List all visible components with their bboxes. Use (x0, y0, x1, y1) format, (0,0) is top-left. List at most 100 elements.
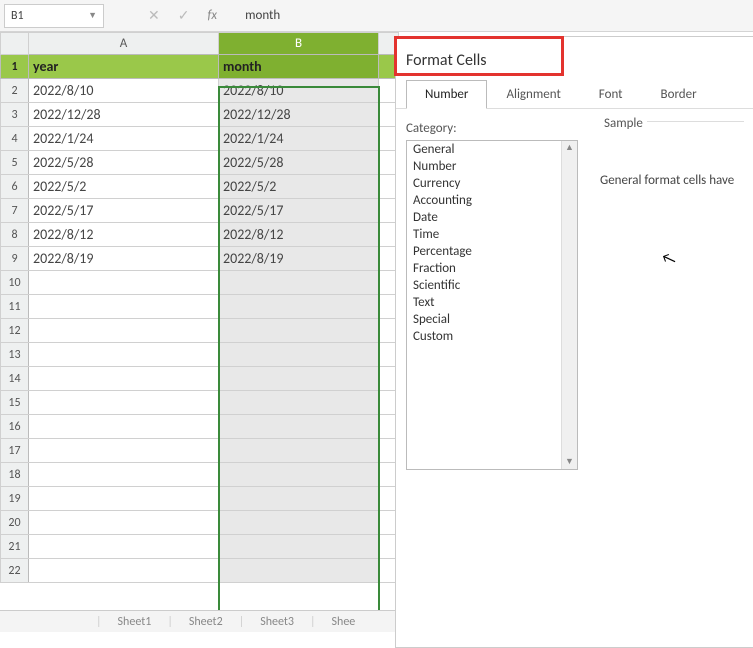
row-header[interactable]: 6 (1, 175, 29, 199)
cell[interactable] (29, 415, 219, 439)
cell[interactable] (29, 319, 219, 343)
cell[interactable]: 2022/8/12 (219, 223, 379, 247)
cell[interactable] (219, 511, 379, 535)
row-header[interactable]: 12 (1, 319, 29, 343)
row-header[interactable]: 10 (1, 271, 29, 295)
cancel-icon[interactable]: ✕ (148, 7, 160, 24)
scroll-up-icon[interactable]: ▲ (562, 141, 577, 155)
row-header[interactable]: 19 (1, 487, 29, 511)
cell[interactable]: 2022/5/17 (29, 199, 219, 223)
cell[interactable] (219, 343, 379, 367)
cell[interactable]: 2022/5/2 (29, 175, 219, 199)
dialog-tab-font[interactable]: Font (580, 80, 642, 108)
category-item-date[interactable]: Date (407, 209, 577, 226)
cell[interactable]: 2022/5/17 (219, 199, 379, 223)
category-item-percentage[interactable]: Percentage (407, 243, 577, 260)
category-item-currency[interactable]: Currency (407, 175, 577, 192)
listbox-scrollbar[interactable]: ▲ ▼ (561, 141, 577, 469)
cell[interactable] (219, 535, 379, 559)
cell[interactable]: 2022/8/12 (29, 223, 219, 247)
cell[interactable] (29, 463, 219, 487)
row-header[interactable]: 7 (1, 199, 29, 223)
row-header[interactable]: 18 (1, 463, 29, 487)
cell[interactable]: 2022/1/24 (219, 127, 379, 151)
cell[interactable]: 2022/5/28 (219, 151, 379, 175)
cell[interactable] (29, 535, 219, 559)
cell[interactable] (219, 439, 379, 463)
sheet-tab[interactable]: Sheet1 (112, 613, 158, 631)
row-header[interactable]: 17 (1, 439, 29, 463)
cell[interactable]: 2022/1/24 (29, 127, 219, 151)
category-listbox[interactable]: GeneralNumberCurrencyAccountingDateTimeP… (406, 140, 578, 470)
category-item-accounting[interactable]: Accounting (407, 192, 577, 209)
category-item-special[interactable]: Special (407, 311, 577, 328)
confirm-icon[interactable]: ✓ (178, 7, 190, 24)
dialog-tab-border[interactable]: Border (642, 80, 716, 108)
cell[interactable]: 2022/5/2 (219, 175, 379, 199)
cell[interactable]: year (29, 55, 219, 79)
row-header[interactable]: 13 (1, 343, 29, 367)
row-header[interactable]: 2 (1, 79, 29, 103)
cell[interactable]: 2022/8/10 (29, 79, 219, 103)
cell[interactable] (219, 295, 379, 319)
sheet-tab[interactable]: Sheet3 (254, 613, 300, 631)
cell[interactable] (219, 271, 379, 295)
category-item-general[interactable]: General (407, 141, 577, 158)
cell[interactable]: month (219, 55, 379, 79)
cell[interactable]: 2022/5/28 (29, 151, 219, 175)
cell[interactable]: 2022/8/19 (219, 247, 379, 271)
category-item-fraction[interactable]: Fraction (407, 260, 577, 277)
cell[interactable] (219, 463, 379, 487)
cell[interactable]: 2022/12/28 (219, 103, 379, 127)
cell[interactable] (219, 487, 379, 511)
fx-icon[interactable]: fx (207, 8, 217, 23)
formula-bar-input[interactable]: month (245, 8, 280, 23)
select-all-corner[interactable] (1, 33, 29, 55)
cell[interactable]: 2022/8/19 (29, 247, 219, 271)
row-header[interactable]: 3 (1, 103, 29, 127)
cell[interactable] (219, 391, 379, 415)
col-header-b[interactable]: B (219, 33, 379, 55)
category-item-scientific[interactable]: Scientific (407, 277, 577, 294)
cell[interactable]: 2022/12/28 (29, 103, 219, 127)
cell[interactable] (29, 439, 219, 463)
row-header[interactable]: 21 (1, 535, 29, 559)
spreadsheet-grid[interactable]: A B 1yearmonth22022/8/102022/8/1032022/1… (0, 32, 399, 583)
row-header[interactable]: 5 (1, 151, 29, 175)
sheet-tab[interactable]: Shee (326, 613, 362, 631)
row-header[interactable]: 11 (1, 295, 29, 319)
category-item-text[interactable]: Text (407, 294, 577, 311)
dialog-tab-number[interactable]: Number (406, 80, 487, 109)
dialog-tab-alignment[interactable]: Alignment (487, 80, 579, 108)
cell[interactable] (29, 487, 219, 511)
row-header[interactable]: 20 (1, 511, 29, 535)
row-header[interactable]: 8 (1, 223, 29, 247)
cell[interactable] (219, 415, 379, 439)
cell[interactable] (219, 319, 379, 343)
col-header-a[interactable]: A (29, 33, 219, 55)
row-header[interactable]: 14 (1, 367, 29, 391)
row-header[interactable]: 9 (1, 247, 29, 271)
category-item-custom[interactable]: Custom (407, 328, 577, 345)
cell[interactable] (219, 367, 379, 391)
cell[interactable] (29, 391, 219, 415)
scroll-down-icon[interactable]: ▼ (562, 455, 577, 469)
cell[interactable] (29, 511, 219, 535)
row-header[interactable]: 15 (1, 391, 29, 415)
cell[interactable] (219, 559, 379, 583)
name-box[interactable]: B1 ▼ (4, 4, 104, 28)
row-header[interactable]: 22 (1, 559, 29, 583)
row-header[interactable]: 16 (1, 415, 29, 439)
cell[interactable]: 2022/8/10 (219, 79, 379, 103)
cell[interactable] (29, 559, 219, 583)
cell[interactable] (29, 295, 219, 319)
category-item-number[interactable]: Number (407, 158, 577, 175)
cell[interactable] (29, 367, 219, 391)
cell[interactable] (29, 271, 219, 295)
row-header[interactable]: 4 (1, 127, 29, 151)
sheet-tab[interactable]: Sheet2 (183, 613, 229, 631)
cell[interactable] (29, 343, 219, 367)
row-header[interactable]: 1 (1, 55, 29, 79)
dialog-tabs: NumberAlignmentFontBorder (396, 80, 753, 109)
category-item-time[interactable]: Time (407, 226, 577, 243)
